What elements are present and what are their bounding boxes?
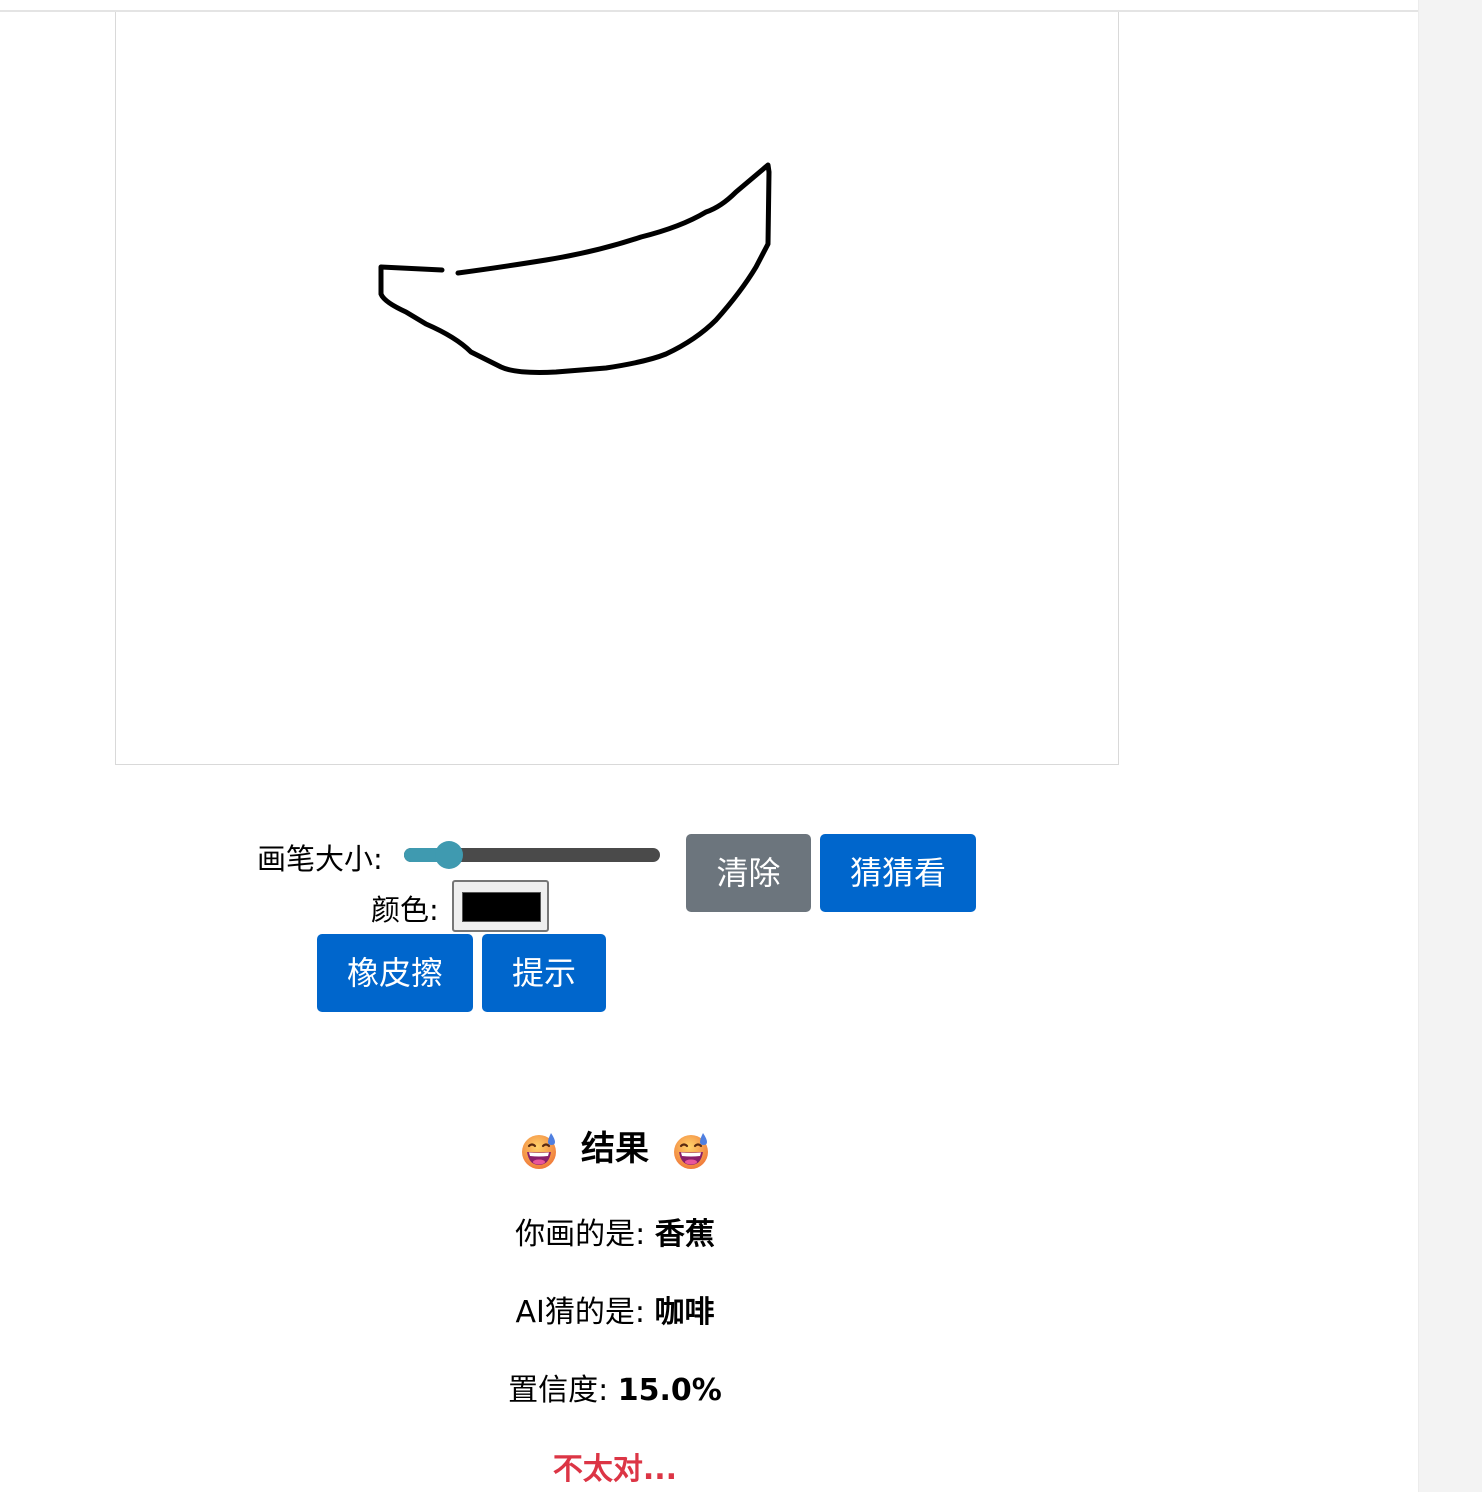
clear-button[interactable]: 清除	[686, 834, 811, 912]
eraser-button[interactable]: 橡皮擦	[317, 934, 473, 1012]
grinning-sweat-icon	[522, 1132, 557, 1169]
color-swatch	[462, 892, 541, 922]
confidence-result: 置信度: 15.0%	[415, 1371, 815, 1411]
banana-sketch	[378, 162, 772, 375]
ai-label: AI猜的是:	[515, 1295, 645, 1330]
guess-button[interactable]: 猜猜看	[820, 834, 976, 912]
result-heading: 结果	[415, 1120, 815, 1178]
color-label: 颜色:	[371, 893, 439, 927]
drawn-value: 香蕉	[654, 1217, 715, 1252]
brush-size-slider[interactable]	[404, 841, 662, 869]
hint-button[interactable]: 提示	[482, 934, 606, 1012]
confidence-label: 置信度:	[508, 1373, 609, 1408]
feedback-text: 不太对...	[552, 1452, 678, 1487]
ai-value: 咖啡	[654, 1295, 715, 1330]
scrollbar-gutter[interactable]	[1418, 0, 1482, 1492]
grinning-sweat-icon	[673, 1132, 708, 1169]
ai-guess-result: AI猜的是: 咖啡	[415, 1293, 815, 1333]
result-title: 结果	[581, 1129, 649, 1169]
slider-thumb[interactable]	[434, 841, 463, 869]
drawing-canvas[interactable]	[115, 12, 1119, 765]
drawn-label: 你画的是:	[515, 1217, 646, 1252]
brush-size-label: 画笔大小:	[257, 842, 383, 876]
confidence-value: 15.0%	[617, 1373, 722, 1408]
drawn-result: 你画的是: 香蕉	[415, 1215, 815, 1255]
page: 画笔大小: 颜色: 清除 猜猜看 橡皮擦 提示 结果 你画的是: 香蕉 AI猜的…	[0, 0, 1482, 1492]
color-picker[interactable]	[452, 880, 549, 932]
